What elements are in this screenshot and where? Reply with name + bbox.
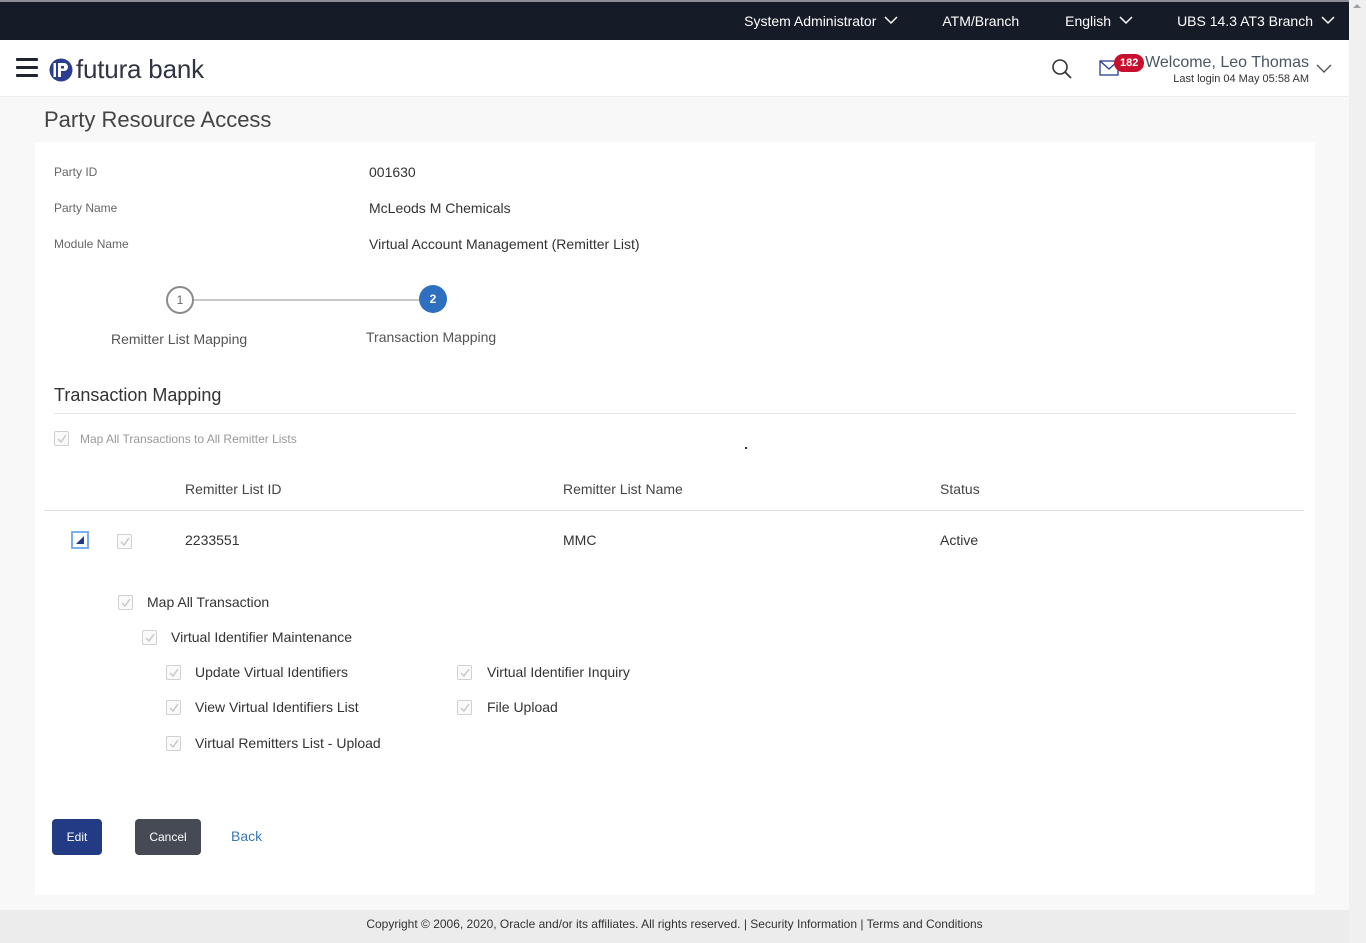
chevron-down-icon[interactable] — [1316, 62, 1332, 74]
step-2-indicator[interactable]: 2 — [419, 285, 447, 313]
search-icon[interactable] — [1051, 58, 1073, 80]
collapse-triangle-icon — [76, 536, 84, 544]
footer-separator: | — [743, 917, 747, 931]
edit-button[interactable]: Edit — [52, 819, 102, 855]
transaction-checkbox-file-upload[interactable] — [457, 700, 472, 715]
chevron-down-icon — [1321, 15, 1335, 27]
scroll-up-arrow-icon[interactable] — [1353, 4, 1361, 8]
top-bar: System Administrator ATM/Branch English … — [0, 0, 1349, 40]
module-name-value: Virtual Account Management (Remitter Lis… — [369, 236, 640, 252]
back-link[interactable]: Back — [231, 828, 262, 844]
welcome-text: Welcome, Leo Thomas — [1145, 54, 1309, 71]
page-title: Party Resource Access — [44, 107, 272, 132]
last-login-text: Last login 04 May 05:58 AM — [1173, 73, 1309, 85]
transaction-checkbox-virtual-identifier-inquiry[interactable] — [457, 665, 472, 680]
language-dropdown[interactable]: English — [1065, 13, 1133, 29]
group-label[interactable]: Virtual Identifier Maintenance — [171, 629, 352, 645]
header: futura bank 182 Welcome, Leo Thomas Last… — [0, 40, 1349, 97]
step-1-indicator[interactable]: 1 — [166, 286, 194, 314]
party-name-value: McLeods M Chemicals — [369, 200, 511, 216]
step-1-label: Remitter List Mapping — [111, 331, 248, 347]
atm-branch-link[interactable]: ATM/Branch — [942, 13, 1019, 29]
row-select-checkbox[interactable] — [117, 534, 132, 549]
branch-dropdown[interactable]: UBS 14.3 AT3 Branch — [1177, 13, 1335, 29]
notification-badge[interactable]: 182 — [1114, 54, 1145, 72]
cancel-button[interactable]: Cancel — [135, 819, 201, 855]
page: System Administrator ATM/Branch English … — [0, 0, 1349, 943]
remitter-list-id-cell: 2233551 — [185, 532, 240, 548]
user-menu[interactable]: Welcome, Leo Thomas Last login 04 May 05… — [1145, 54, 1309, 86]
terms-and-conditions-link[interactable]: Terms and Conditions — [867, 917, 983, 931]
transaction-label[interactable]: View Virtual Identifiers List — [195, 699, 359, 715]
transaction-checkbox-update-virtual-identifiers[interactable] — [166, 665, 181, 680]
transaction-checkbox-virtual-remitters-list-upload[interactable] — [166, 736, 181, 751]
section-title: Transaction Mapping — [54, 385, 222, 405]
status-cell: Active — [940, 532, 979, 548]
party-name-label: Party Name — [54, 201, 118, 215]
column-header-remitter-list-id: Remitter List ID — [185, 481, 282, 497]
transaction-label[interactable]: File Upload — [487, 699, 558, 715]
stray-dot — [745, 447, 747, 449]
divider — [54, 413, 1296, 414]
transaction-label[interactable]: Update Virtual Identifiers — [195, 664, 348, 680]
hamburger-menu-icon[interactable] — [16, 58, 38, 78]
map-all-lists-checkbox[interactable] — [54, 431, 69, 446]
map-all-transaction-label[interactable]: Map All Transaction — [147, 594, 269, 610]
language-label: English — [1065, 13, 1112, 29]
stepper-connector — [193, 299, 423, 301]
copyright-text: Copyright © 2006, 2020, Oracle and/or it… — [366, 917, 741, 931]
module-name-label: Module Name — [54, 237, 129, 251]
role-label: System Administrator — [744, 13, 877, 29]
column-header-remitter-list-name: Remitter List Name — [563, 481, 683, 497]
vertical-scrollbar[interactable] — [1349, 0, 1366, 943]
group-checkbox[interactable] — [142, 630, 157, 645]
table-divider — [44, 510, 1304, 511]
security-information-link[interactable]: Security Information — [750, 917, 857, 931]
content-card: Party ID 001630 Party Name McLeods M Che… — [35, 142, 1315, 895]
remitter-list-name-cell: MMC — [563, 532, 597, 548]
transaction-label[interactable]: Virtual Remitters List - Upload — [195, 735, 381, 751]
map-all-lists-label[interactable]: Map All Transactions to All Remitter Lis… — [80, 432, 297, 446]
footer: Copyright © 2006, 2020, Oracle and/or it… — [0, 910, 1349, 943]
futura-logo-icon — [49, 58, 73, 81]
map-all-transaction-checkbox[interactable] — [118, 595, 133, 610]
footer-separator: | — [860, 917, 864, 931]
step-2-label: Transaction Mapping — [366, 329, 497, 345]
row-expand-toggle[interactable] — [71, 531, 89, 549]
transaction-label[interactable]: Virtual Identifier Inquiry — [487, 664, 630, 680]
party-id-value: 001630 — [369, 164, 416, 180]
logo[interactable]: futura bank — [49, 54, 204, 85]
column-header-status: Status — [940, 481, 980, 497]
chevron-down-icon — [884, 15, 898, 27]
atm-branch-label: ATM/Branch — [942, 13, 1020, 29]
party-id-label: Party ID — [54, 165, 98, 179]
branch-label: UBS 14.3 AT3 Branch — [1177, 13, 1313, 29]
logo-text: futura bank — [76, 54, 204, 84]
role-dropdown[interactable]: System Administrator — [744, 13, 898, 29]
transaction-checkbox-view-virtual-identifiers-list[interactable] — [166, 700, 181, 715]
chevron-down-icon — [1119, 15, 1133, 27]
